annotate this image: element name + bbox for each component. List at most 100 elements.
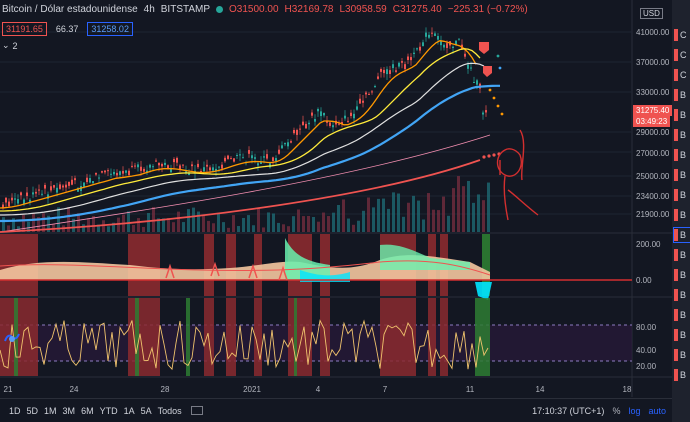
- candle-body: [266, 154, 268, 159]
- volume-bar: [177, 211, 180, 232]
- price-tick-label: 33000.00: [636, 88, 670, 97]
- watchlist-item[interactable]: B: [674, 168, 690, 182]
- volume-bar: [272, 213, 275, 232]
- go-to-date-icon[interactable]: [190, 406, 203, 415]
- watchlist-item-label: B: [680, 330, 687, 340]
- watchlist-item[interactable]: B: [674, 268, 690, 282]
- timeframe-list: 1D 5D 1M 3M 6M YTD 1A 5A Todos: [6, 406, 185, 416]
- candle-body: [458, 38, 460, 40]
- timeframe-button-ytd[interactable]: YTD: [97, 406, 121, 416]
- watchlist-item[interactable]: B: [674, 208, 690, 222]
- watchlist-item-label: B: [680, 90, 687, 100]
- timeframe-button-1m[interactable]: 1M: [41, 406, 60, 416]
- candle-body: [299, 128, 301, 130]
- interval-label: 4h: [143, 4, 155, 15]
- watchlist-item[interactable]: B: [674, 128, 690, 142]
- volume-bar: [362, 210, 365, 232]
- auto-toggle[interactable]: auto: [648, 406, 666, 416]
- watchlist-item[interactable]: B: [674, 248, 690, 262]
- candle-body: [395, 70, 397, 72]
- timeframe-button-1d[interactable]: 1D: [6, 406, 24, 416]
- signal-band: [204, 234, 214, 296]
- volume-bar: [82, 224, 85, 232]
- watchlist-item[interactable]: B: [674, 148, 690, 162]
- watchlist-item[interactable]: B: [674, 368, 690, 382]
- chart-area[interactable]: 41000.00 37000.00 33000.00 29000.00 27000.00…: [0, 0, 690, 422]
- volume-bar: [402, 216, 405, 232]
- candle-body: [359, 98, 361, 104]
- projection-dot: [496, 54, 500, 58]
- candle-body: [179, 165, 181, 170]
- indicator2-tick-label: 40.00: [636, 346, 657, 355]
- candle-body: [416, 48, 418, 50]
- chart-canvas[interactable]: 41000.00 37000.00 33000.00 29000.00 27000.00…: [0, 0, 690, 422]
- sell-signal-icon: [479, 42, 489, 54]
- volume-bar: [437, 210, 440, 232]
- price-tick-label: 29000.00: [636, 128, 670, 137]
- candle-body: [65, 184, 67, 188]
- watchlist-item[interactable]: C: [674, 28, 690, 42]
- volume-bar: [312, 217, 315, 232]
- candle-body: [317, 108, 319, 112]
- volume-bar: [387, 208, 390, 232]
- candle-body: [38, 189, 40, 191]
- candle-body: [305, 123, 307, 129]
- candle-body: [254, 157, 256, 159]
- volume-bar: [187, 209, 190, 232]
- watchlist-item[interactable]: B: [674, 288, 690, 302]
- clock-display[interactable]: 17:10:37 (UTC+1): [532, 406, 604, 416]
- timeframe-button-3m[interactable]: 3M: [60, 406, 79, 416]
- watchlist-item-label: B: [680, 290, 687, 300]
- candle-body: [464, 53, 466, 57]
- watchlist-marker: [674, 129, 678, 141]
- symbol-legend[interactable]: Bitcoin / Dólar estadounidense 4h BITSTA…: [2, 4, 528, 15]
- signal-band: [135, 298, 139, 376]
- indicator-count: 2: [12, 40, 18, 51]
- volume-bar: [367, 197, 370, 232]
- symbol-name[interactable]: Bitcoin / Dólar estadounidense: [2, 4, 138, 15]
- indicators-collapse-button[interactable]: ⌄ 2: [2, 40, 18, 51]
- time-tick-label: 4: [316, 385, 321, 394]
- candle-body: [485, 110, 487, 113]
- timeframe-button-todos[interactable]: Todos: [155, 406, 185, 416]
- projection-dot: [498, 66, 502, 70]
- watchlist-item-label: B: [680, 170, 687, 180]
- watchlist-item[interactable]: B: [674, 108, 690, 122]
- candle-body: [11, 197, 13, 201]
- volume-bar: [302, 216, 305, 232]
- candle-body: [383, 69, 385, 74]
- watchlist-panel[interactable]: CCCBBBBBBBBBBBBBBB: [672, 0, 690, 422]
- timeframe-button-5a[interactable]: 5A: [138, 406, 155, 416]
- volume-bar: [227, 227, 230, 232]
- watchlist-marker: [674, 309, 678, 321]
- watchlist-marker: [674, 29, 678, 41]
- timeframe-button-6m[interactable]: 6M: [78, 406, 97, 416]
- signal-band: [380, 298, 416, 376]
- candle-body: [236, 155, 238, 157]
- log-toggle[interactable]: log: [628, 406, 640, 416]
- indicator-value-2: 66.37: [55, 24, 79, 34]
- watchlist-item[interactable]: C: [674, 48, 690, 62]
- volume-bar: [342, 199, 345, 232]
- candle-body: [188, 173, 190, 176]
- timeframe-button-5d[interactable]: 5D: [24, 406, 42, 416]
- candle-body: [155, 160, 157, 162]
- projection-dot: [488, 88, 492, 92]
- timeframe-button-1a[interactable]: 1A: [121, 406, 138, 416]
- watchlist-item[interactable]: B: [674, 328, 690, 342]
- open-value: O31500.00: [229, 4, 279, 15]
- watchlist-item[interactable]: B: [673, 227, 690, 243]
- volume-bar: [262, 227, 265, 232]
- volume-bar: [447, 215, 450, 232]
- watchlist-item-label: B: [680, 350, 687, 360]
- watchlist-item[interactable]: B: [674, 188, 690, 202]
- percent-toggle[interactable]: %: [612, 406, 620, 416]
- volume-bar: [87, 218, 90, 232]
- watchlist-item[interactable]: C: [674, 68, 690, 82]
- watchlist-item[interactable]: B: [674, 348, 690, 362]
- currency-label[interactable]: USD: [640, 8, 663, 19]
- watchlist-item[interactable]: B: [674, 88, 690, 102]
- watchlist-item[interactable]: B: [674, 308, 690, 322]
- volume-bar: [407, 202, 410, 232]
- candle-body: [242, 157, 244, 159]
